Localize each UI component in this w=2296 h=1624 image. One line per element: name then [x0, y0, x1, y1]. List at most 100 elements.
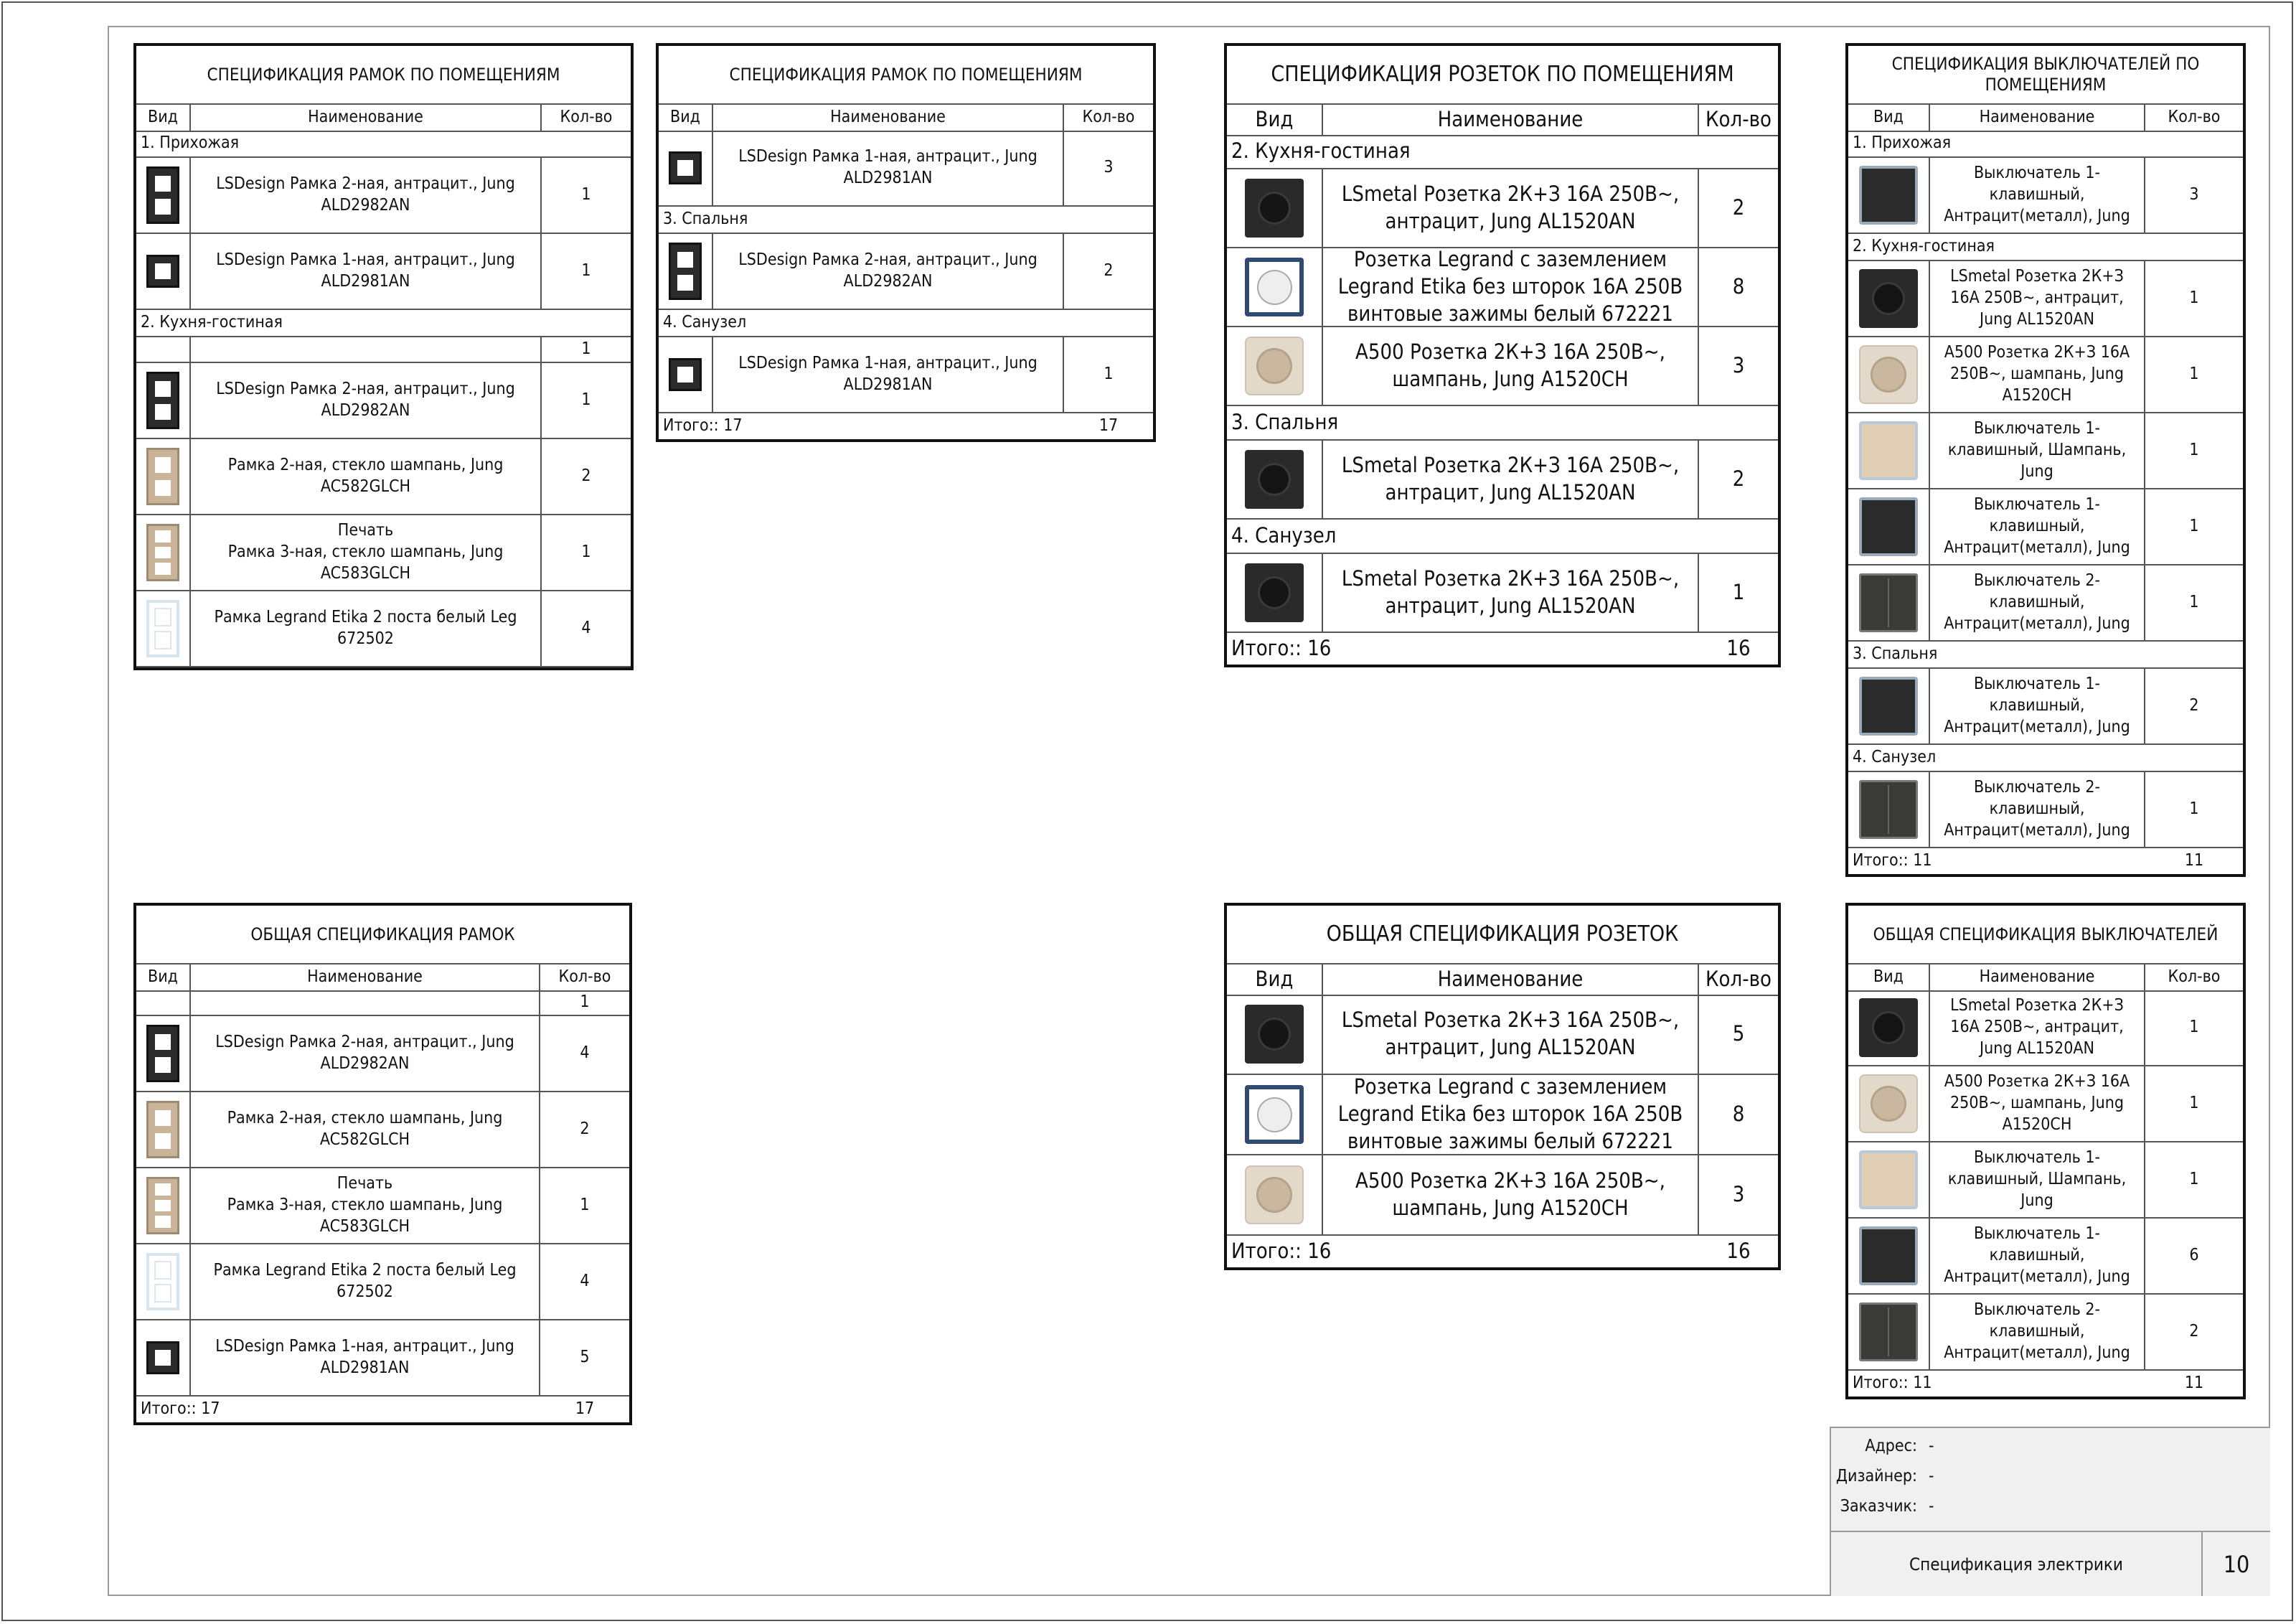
address-label: Адрес:: [1865, 1437, 1917, 1455]
cell-name: Выключатель 1-клавишный, Антрацит(металл…: [1930, 158, 2145, 233]
group-label: 2. Кухня-гостиная: [141, 313, 283, 332]
frame-3-champagne-icon: [146, 524, 179, 581]
table-row: A500 Розетка 2К+З 16А 250В~, шампань, Ju…: [1227, 1155, 1778, 1236]
group-row: 3. Спальня: [659, 207, 1153, 234]
cell-view: [1848, 337, 1930, 412]
frame-2-anthracite-icon: [146, 166, 179, 224]
frame-window: [155, 198, 171, 215]
cell-view: [136, 1320, 191, 1395]
table-title: ОБЩАЯ СПЕЦИФИКАЦИЯ РАМОК: [136, 906, 629, 964]
frame-1-anthracite-icon: [146, 255, 179, 288]
group-label: 4. Санузел: [663, 313, 747, 332]
frame-2-white-icon: [146, 1253, 179, 1310]
cell-view: [1848, 990, 1930, 1065]
switch-2-anthracite-icon: [1859, 1303, 1918, 1361]
total-value: 11: [2184, 1374, 2204, 1393]
socket-champagne-icon: [1245, 337, 1304, 395]
cell-view: [1227, 248, 1323, 326]
total-row: Итого:: 11 11: [1848, 848, 2243, 874]
cell-qty: 2: [1104, 261, 1114, 281]
table-row: LSmetal Розетка 2К+З 16А 250В~, антрацит…: [1848, 990, 2243, 1066]
cell-name: Розетка Legrand с заземлением Legrand Et…: [1323, 1074, 1699, 1154]
switch-2-anthracite-icon: [1859, 573, 1918, 632]
cell-view: [1848, 489, 1930, 564]
table-row: Рамка Legrand Etika 2 поста белый Leg 67…: [136, 1244, 629, 1320]
cell-name: Выключатель 1-клавишный, Антрацит(металл…: [1930, 669, 2145, 743]
cell-name: A500 Розетка 2К+З 16А 250В~, шампань, Ju…: [1930, 1066, 2145, 1141]
cell-qty: 4: [580, 1272, 590, 1291]
header-qty: Кол-во: [1082, 108, 1135, 126]
cell-qty: 1: [2189, 1018, 2199, 1037]
cell-qty: 3: [1732, 353, 1745, 378]
cell-view: [1848, 158, 1930, 233]
table-title: СПЕЦИФИКАЦИЯ РОЗЕТОК ПО ПОМЕЩЕНИЯМ: [1227, 46, 1778, 105]
switch-2-anthracite-icon: [1859, 780, 1918, 839]
frame-2-champagne-icon: [146, 448, 179, 505]
table-row: LSmetal Розетка 2К+З 16А 250В~, антрацит…: [1227, 441, 1778, 520]
designer-row: Дизайнер: -: [1831, 1467, 1934, 1485]
cell-view: [659, 131, 713, 205]
cell-name: LSDesign Рамка 2-ная, антрацит., Jung AL…: [191, 363, 542, 438]
table-row: Печать Рамка 3-ная, стекло шампань, Jung…: [136, 515, 631, 591]
table-row: Выключатель 1-клавишный, Антрацит(металл…: [1848, 669, 2243, 745]
cell-name: Рамка 2-ная, стекло шампань, Jung AC582G…: [191, 1092, 540, 1167]
header-name: Наименование: [1930, 963, 2145, 990]
cell-view: [1227, 1075, 1323, 1154]
switch-1-anthracite-icon: [1859, 497, 1918, 556]
table-row: LSDesign Рамка 2-ная, антрацит., Jung AL…: [136, 1016, 629, 1092]
designer-label: Дизайнер:: [1835, 1467, 1917, 1485]
table-header: Вид Наименование Кол-во: [136, 103, 631, 132]
table-row: Выключатель 1-клавишный, Антрацит(металл…: [1848, 158, 2243, 234]
cell-name: Печать Рамка 3-ная, стекло шампань, Jung…: [191, 1168, 540, 1243]
total-value: 17: [1098, 416, 1119, 436]
table-row: A500 Розетка 2К+З 16А 250В~, шампань, Ju…: [1227, 327, 1778, 406]
switch-1-anthracite-icon: [1859, 677, 1918, 736]
cell-qty: 1: [2189, 365, 2199, 384]
socket-champagne-icon: [1859, 1074, 1918, 1133]
frame-window: [155, 456, 171, 474]
cell-view: [136, 439, 191, 514]
table-body: LSmetal Розетка 2К+З 16А 250В~, антрацит…: [1227, 995, 1778, 1267]
cell-view: [1848, 1219, 1930, 1293]
frame-window: [677, 160, 693, 176]
cell-qty: 1: [581, 390, 591, 410]
table-frames-total: ОБЩАЯ СПЕЦИФИКАЦИЯ РАМОК Вид Наименование К…: [133, 903, 632, 1425]
frame-window: [677, 251, 693, 268]
total-value: 11: [2184, 851, 2204, 870]
cell-view: [1227, 441, 1323, 518]
table-row: Рамка 2-ная, стекло шампань, Jung AC582G…: [136, 1092, 629, 1168]
cell-qty: 3: [1732, 1182, 1745, 1207]
table-header: Вид Наименование Кол-во: [136, 963, 629, 992]
group-label: 3. Спальня: [663, 210, 748, 229]
group-row: 2. Кухня-гостиная: [1848, 234, 2243, 261]
table-body: 1. Прихожая LSDesign Рамка 2-ная, антраци…: [136, 131, 631, 667]
group-label: 2. Кухня-гостиная: [1231, 139, 1411, 164]
socket-anthracite-icon: [1245, 450, 1304, 509]
cell-name: LSDesign Рамка 2-ная, антрацит., Jung AL…: [191, 1016, 540, 1091]
cell-name: Выключатель 2-клавишный, Антрацит(металл…: [1930, 565, 2145, 640]
header-qty: Кол-во: [1705, 967, 1772, 991]
table-row: LSDesign Рамка 1-ная, антрацит., Jung AL…: [659, 131, 1153, 207]
table-row: LSmetal Розетка 2К+З 16А 250В~, антрацит…: [1227, 169, 1778, 248]
table-row: Выключатель 2-клавишный, Антрацит(металл…: [1848, 1295, 2243, 1371]
frame-2-anthracite-icon: [146, 372, 179, 429]
table-header: Вид Наименование Кол-во: [1227, 103, 1778, 136]
cell-view: [1848, 413, 1930, 488]
switch-1-anthracite-icon: [1859, 1226, 1918, 1285]
table-body: 2. Кухня-гостиная LSmetal Розетка 2К+З 16…: [1227, 135, 1778, 665]
frame-window: [154, 1284, 172, 1303]
frame-window: [155, 380, 171, 398]
header-view: Вид: [1227, 103, 1323, 135]
table-row: Выключатель 1-клавишный, Антрацит(металл…: [1848, 489, 2243, 565]
total-row: Итого:: 16 16: [1227, 1236, 1778, 1267]
table-row: Розетка Legrand с заземлением Legrand Et…: [1227, 1074, 1778, 1155]
table-frames-by-rooms: СПЕЦИФИКАЦИЯ РАМОК ПО ПОМЕЩЕНИЯМ Вид Наиме…: [133, 43, 634, 670]
cell-qty: 2: [581, 466, 591, 486]
cell-qty: 1: [2189, 288, 2199, 308]
group-row: 2. Кухня-гостиная: [136, 310, 631, 337]
cell-name: [191, 990, 540, 1015]
total-row: Итого:: 17 17: [659, 413, 1153, 439]
table-body: LSmetal Розетка 2К+З 16А 250В~, антрацит…: [1848, 990, 2243, 1397]
cell-qty: 2: [1732, 466, 1745, 492]
header-qty: Кол-во: [560, 108, 613, 126]
